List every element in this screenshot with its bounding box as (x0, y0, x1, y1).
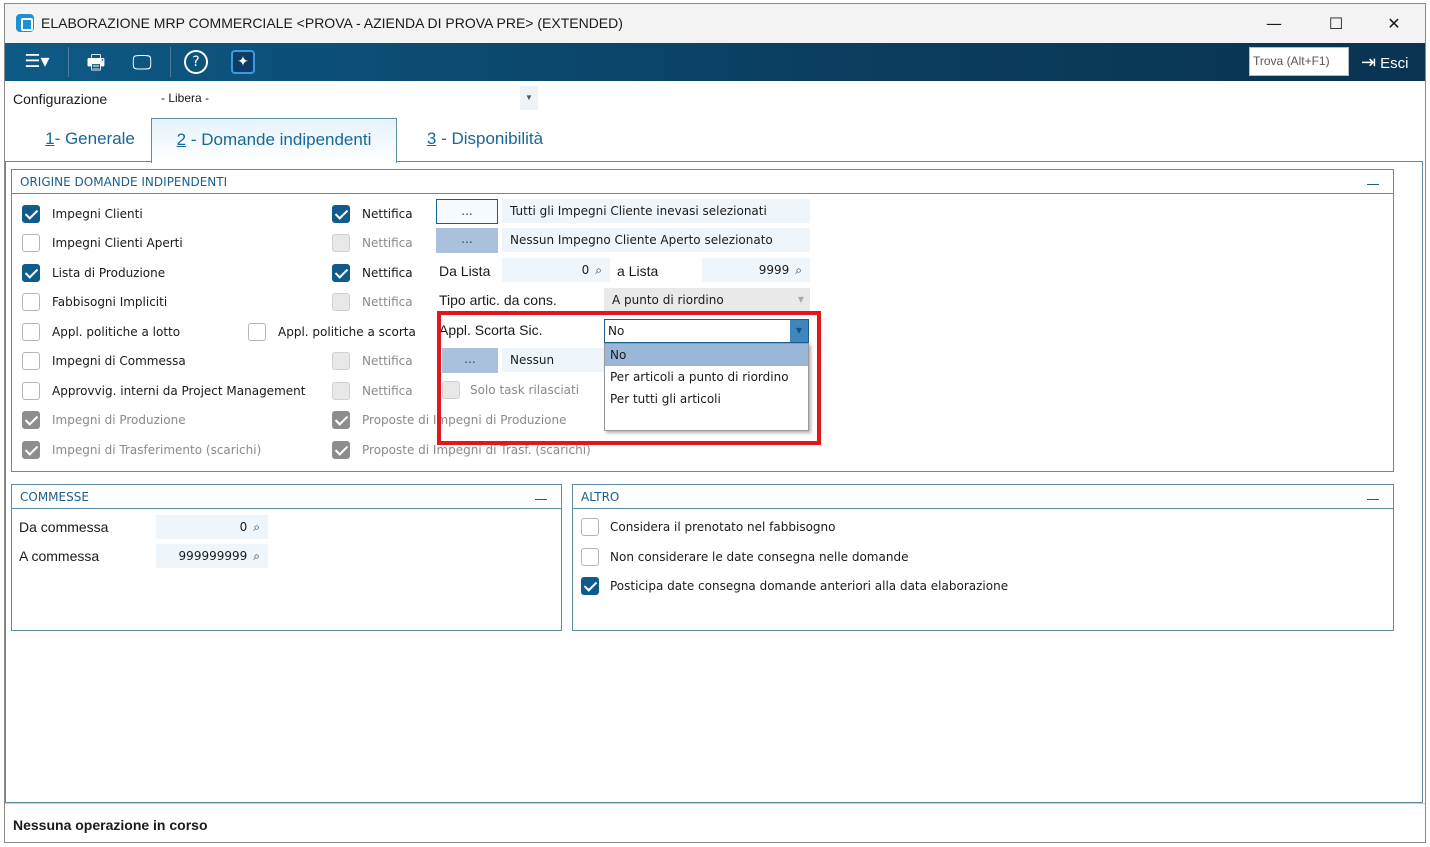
da-commessa-label: Da commessa (19, 519, 109, 535)
checkbox-label: Impegni di Trasferimento (scarichi) (52, 443, 262, 457)
commesse-group: COMMESSE Da commessa 0 ⌕ A commessa 99999… (11, 484, 562, 631)
checkbox-row-7[interactable] (22, 411, 40, 429)
checkbox-row-4[interactable] (22, 323, 40, 341)
help-icon[interactable]: ? (184, 50, 208, 74)
altro-checkbox-label: Considera il prenotato nel fabbisogno (610, 520, 836, 534)
menu-icon[interactable]: ☰▾ (17, 49, 57, 75)
config-value: - Libera - (161, 91, 210, 105)
checkbox-row-2[interactable] (22, 264, 40, 282)
checkbox-secondary-label: Nettifica (362, 207, 413, 221)
altro-checkbox-label: Posticipa date consegna domande anterior… (610, 579, 1009, 593)
exit-icon: ⇥ (1361, 52, 1377, 72)
altro-checkbox-2[interactable] (581, 577, 599, 595)
checkbox-label: Appl. politiche a lotto (52, 325, 181, 339)
tab-generale[interactable]: 1- Generale (25, 118, 155, 162)
impegni-selection-text: Tutti gli Impegni Cliente inevasi selezi… (502, 199, 810, 223)
config-select[interactable]: - Libera - ▼ (155, 86, 538, 110)
checkbox-row-8[interactable] (22, 441, 40, 459)
checkbox-secondary-4[interactable] (248, 323, 266, 341)
da-lista-input[interactable]: 0 ⌕ (502, 258, 610, 282)
toolbar: ☰▾ 🖶 🖵 ? ✦ Trova (Alt+F1) ⇥ Esci (5, 43, 1425, 81)
collapse-icon[interactable] (535, 488, 547, 500)
search-icon: ⌕ (595, 263, 602, 277)
checkbox-secondary-0[interactable] (332, 205, 350, 223)
app-icon (16, 14, 34, 32)
chevron-down-icon: ▼ (520, 86, 538, 110)
config-label: Configurazione (13, 91, 108, 107)
checkbox-secondary-6[interactable] (332, 382, 350, 400)
checkbox-label: Impegni Clienti Aperti (52, 236, 183, 250)
checkbox-label: Impegni Clienti (52, 207, 143, 221)
status-text: Nessuna operazione in corso (13, 817, 208, 833)
tab-disponibilita[interactable]: 3 - Disponibilità (410, 118, 560, 162)
altro-checkbox-0[interactable] (581, 518, 599, 536)
exit-label: Esci (1380, 55, 1409, 72)
highlight-box (437, 311, 821, 445)
checkbox-row-3[interactable] (22, 293, 40, 311)
origine-title: ORIGINE DOMANDE INDIPENDENTI (12, 170, 1393, 194)
minimize-button[interactable]: — (1251, 10, 1297, 38)
checkbox-secondary-label: Nettifica (362, 295, 413, 309)
maximize-button[interactable]: ☐ (1313, 10, 1359, 38)
checkbox-secondary-5[interactable] (332, 352, 350, 370)
ai-assistant-icon[interactable]: ✦ (231, 50, 255, 74)
search-icon: ⌕ (253, 520, 260, 534)
title-bar: ELABORAZIONE MRP COMMERCIALE <PROVA - AZ… (5, 4, 1425, 43)
altro-checkbox-1[interactable] (581, 547, 599, 566)
exit-button[interactable]: ⇥ Esci (1361, 49, 1408, 77)
altro-checkbox-label: Non considerare le date consegna nelle d… (610, 549, 909, 564)
checkbox-label: Lista di Produzione (52, 266, 166, 280)
window-title: ELABORAZIONE MRP COMMERCIALE <PROVA - AZ… (41, 15, 623, 31)
checkbox-secondary-label: Nettifica (362, 266, 413, 280)
altro-group: ALTRO Considera il prenotato nel fabbiso… (572, 484, 1394, 631)
checkbox-label: Impegni di Produzione (52, 413, 186, 427)
checkbox-row-1[interactable] (22, 234, 40, 252)
checkbox-row-5[interactable] (22, 352, 40, 370)
collapse-icon[interactable] (1367, 173, 1379, 185)
checkbox-secondary-label: Nettifica (362, 384, 413, 398)
impegni-aperti-selection-text: Nessun Impegno Cliente Aperto selezionat… (502, 228, 810, 252)
tipo-artic-label: Tipo artic. da cons. (439, 292, 557, 308)
select-impegni-aperti-button[interactable]: ... (436, 228, 498, 253)
checkbox-row-0[interactable] (22, 205, 40, 223)
commesse-title: COMMESSE (12, 485, 561, 509)
close-button[interactable]: ✕ (1371, 10, 1417, 38)
checkbox-label: Impegni di Commessa (52, 354, 186, 368)
checkbox-secondary-3[interactable] (332, 293, 350, 311)
checkbox-row-6[interactable] (22, 382, 40, 400)
print-icon[interactable]: 🖶 (81, 49, 111, 75)
origine-group: ORIGINE DOMANDE INDIPENDENTI Impegni Cli… (11, 169, 1394, 472)
collapse-icon[interactable] (1367, 488, 1379, 500)
da-lista-label: Da Lista (439, 263, 491, 279)
checkbox-secondary-label: Appl. politiche a scorta (278, 325, 416, 339)
checkbox-secondary-1[interactable] (332, 234, 350, 252)
tipo-artic-select[interactable]: A punto di riordino ▼ (604, 288, 810, 312)
search-icon: ⌕ (795, 263, 802, 277)
checkbox-secondary-label: Nettifica (362, 354, 413, 368)
checkbox-secondary-label: Nettifica (362, 236, 413, 250)
tab-domande-indipendenti[interactable]: 2 - Domande indipendenti (151, 118, 397, 163)
checkbox-secondary-8[interactable] (332, 441, 350, 459)
checkbox-label: Fabbisogni Impliciti (52, 295, 168, 309)
search-icon: ⌕ (253, 549, 260, 563)
a-lista-label: a Lista (617, 263, 659, 279)
a-commessa-label: A commessa (19, 548, 100, 564)
chevron-down-icon: ▼ (797, 295, 804, 304)
altro-title: ALTRO (573, 485, 1393, 509)
monitor-icon[interactable]: 🖵 (127, 49, 157, 75)
da-commessa-input[interactable]: 0 ⌕ (156, 515, 268, 539)
a-lista-input[interactable]: 9999 ⌕ (702, 258, 810, 282)
a-commessa-input[interactable]: 999999999 ⌕ (156, 544, 268, 568)
checkbox-label: Approvvig. interni da Project Management (52, 384, 306, 398)
checkbox-secondary-2[interactable] (332, 264, 350, 282)
main-window: ELABORAZIONE MRP COMMERCIALE <PROVA - AZ… (4, 3, 1426, 843)
checkbox-secondary-7[interactable] (332, 411, 350, 429)
search-input[interactable]: Trova (Alt+F1) (1249, 47, 1349, 76)
select-impegni-button[interactable]: ... (436, 199, 498, 224)
